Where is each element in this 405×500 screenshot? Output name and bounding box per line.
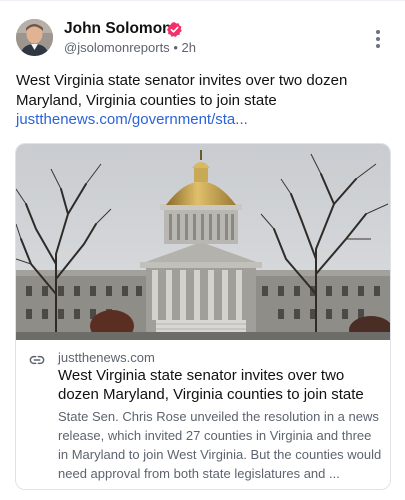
link-preview-card[interactable]: justthenews.com West Virginia state sena… <box>15 143 391 490</box>
more-vertical-icon[interactable] <box>370 27 386 51</box>
post-timestamp[interactable]: 2h <box>182 40 196 55</box>
card-domain: justthenews.com <box>58 350 155 365</box>
card-title[interactable]: West Virginia state senator invites over… <box>58 366 380 404</box>
post-text: West Virginia state senator invites over… <box>16 72 348 109</box>
card-image[interactable] <box>16 144 390 340</box>
verified-badge-icon <box>166 21 183 38</box>
avatar[interactable] <box>16 19 53 56</box>
meta-separator: • <box>173 40 178 55</box>
card-body: justthenews.com West Virginia state sena… <box>16 341 390 489</box>
author-handle[interactable]: @jsolomonreports <box>64 40 170 55</box>
card-description: State Sen. Chris Rose unveiled the resol… <box>58 409 382 481</box>
post-meta: @jsolomonreports • 2h <box>64 40 196 56</box>
link-icon <box>29 352 45 368</box>
post-link[interactable]: justthenews.com/government/sta... <box>16 110 248 130</box>
post-item: John Solomon @jsolomonreports • 2h West … <box>0 0 405 500</box>
author-name[interactable]: John Solomon <box>64 19 172 39</box>
